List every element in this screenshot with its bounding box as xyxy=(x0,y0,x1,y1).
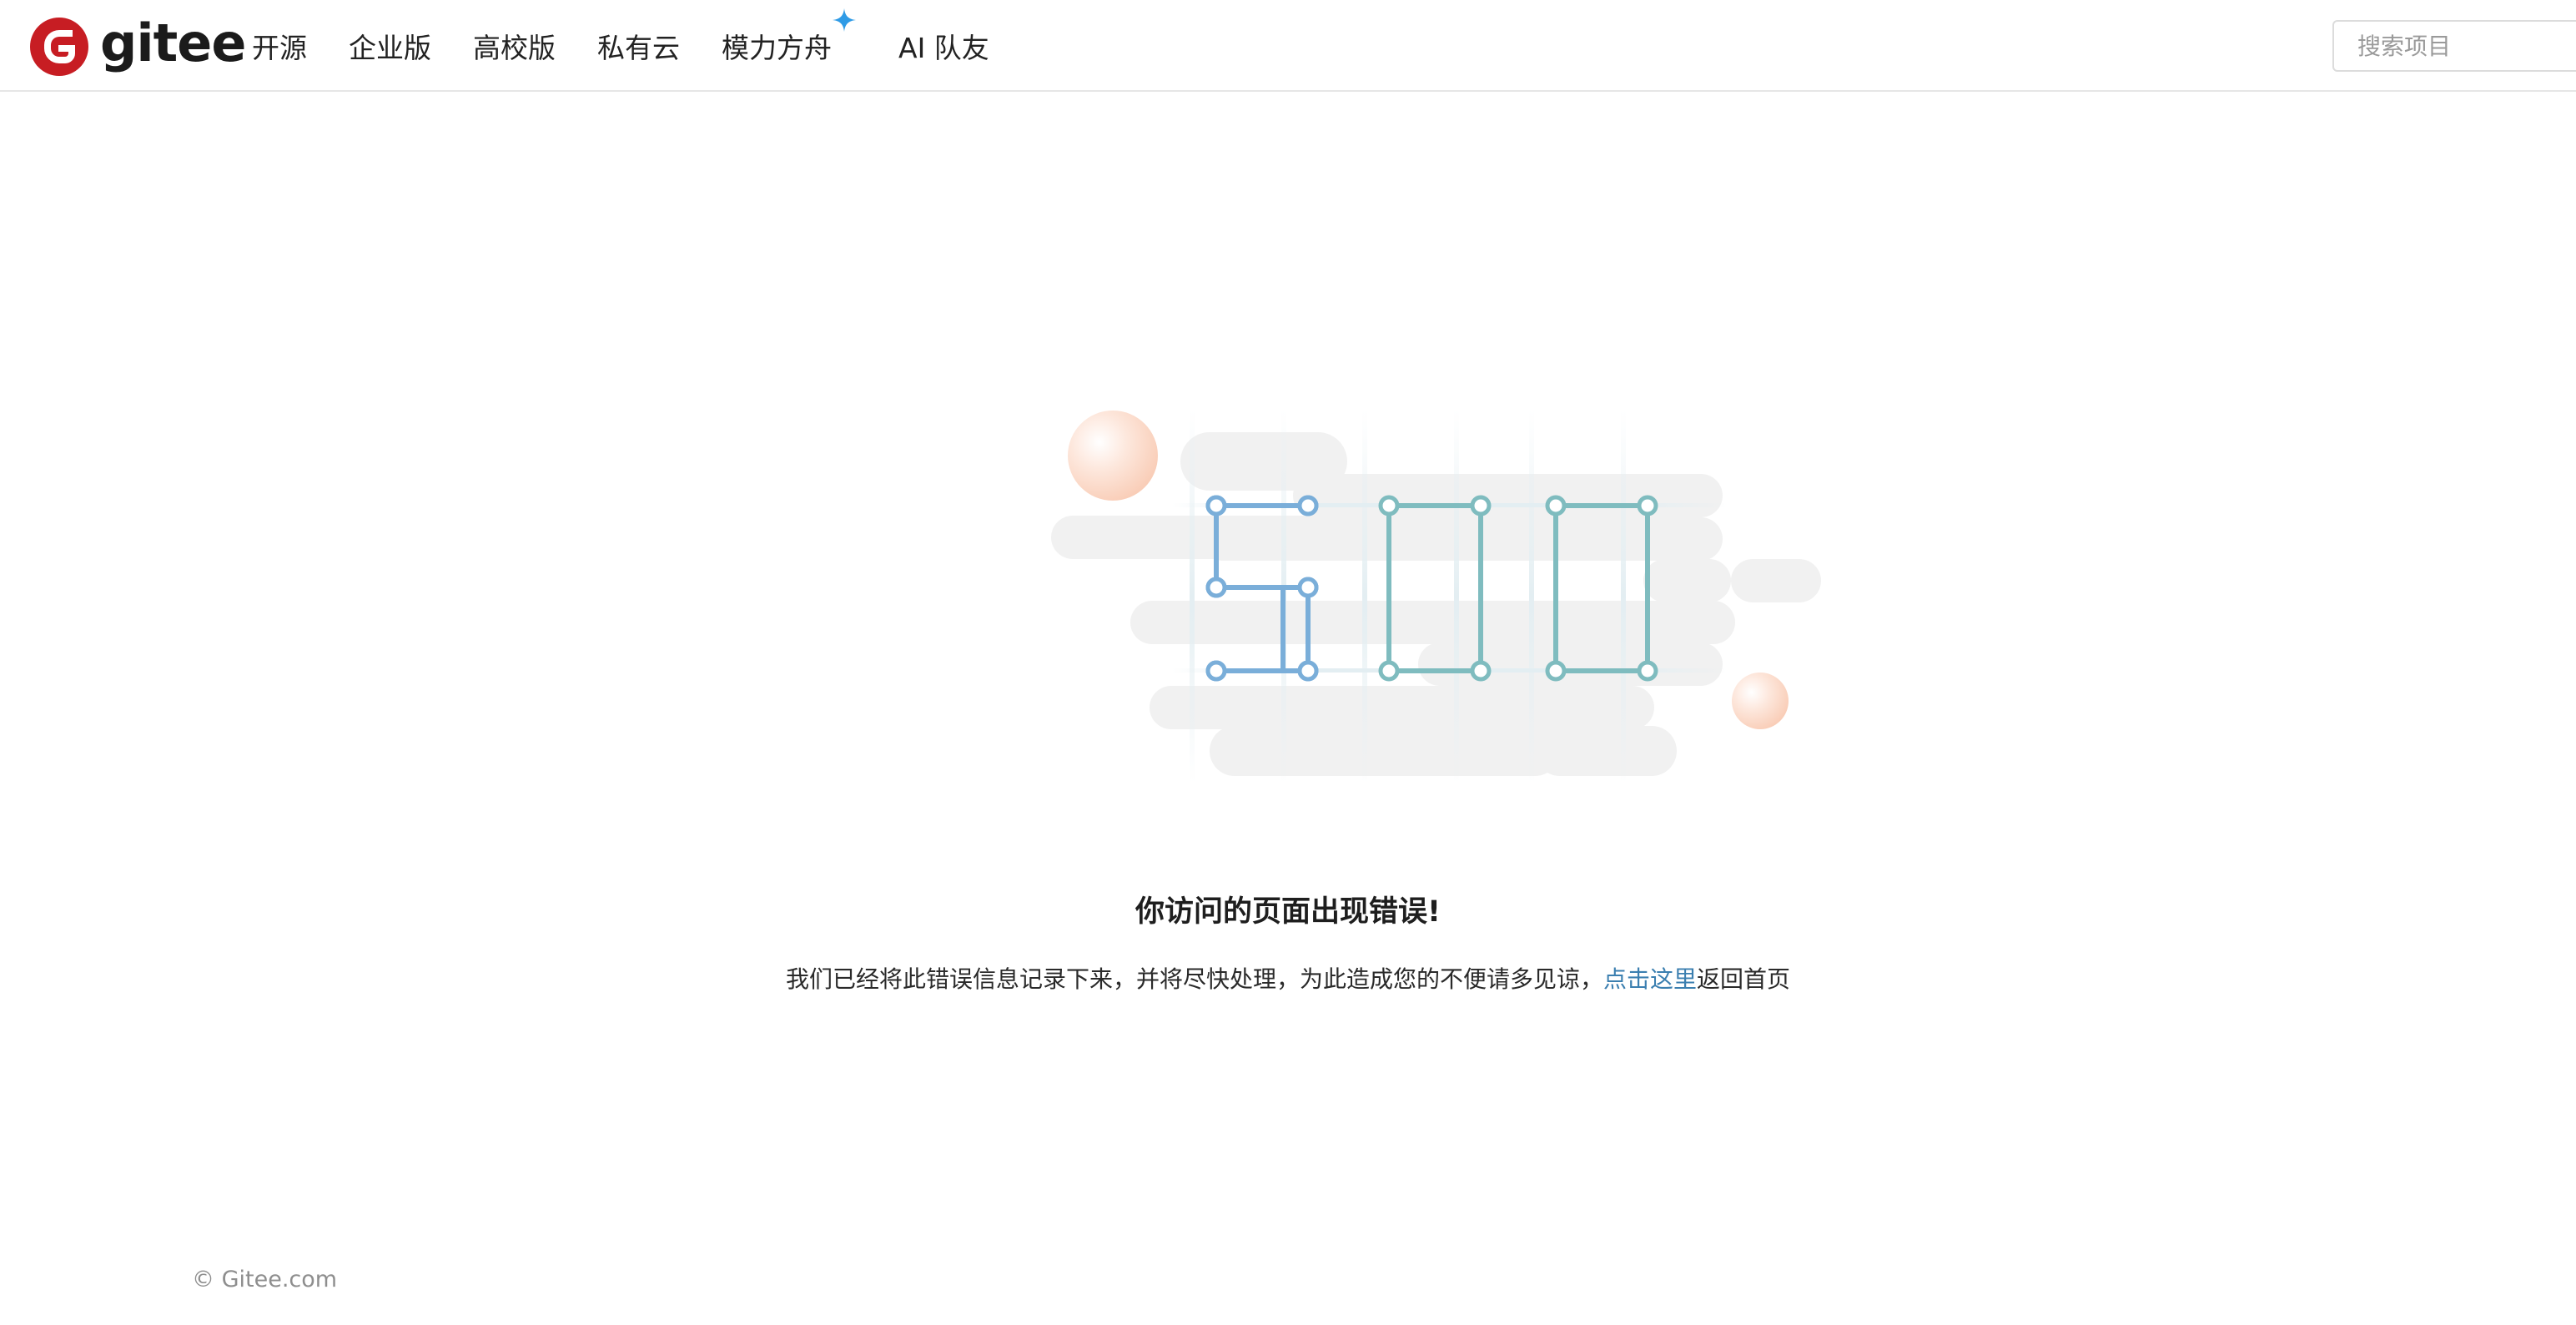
gitee-wordmark: gitee xyxy=(100,13,246,73)
search-input[interactable] xyxy=(2332,20,2576,72)
error-500-illustration xyxy=(1051,409,1821,784)
error-description: 我们已经将此错误信息记录下来，并将尽快处理，为此造成您的不便请多见谅，点击这里返… xyxy=(0,961,2576,995)
back-home-link[interactable]: 点击这里 xyxy=(1603,965,1697,993)
footer-copyright: © Gitee.com xyxy=(192,1267,338,1292)
sun-large xyxy=(1068,411,1158,501)
error-title: 你访问的页面出现错误! xyxy=(1135,895,1441,929)
cloud-shapes xyxy=(1051,432,1821,776)
gitee-logo-icon xyxy=(30,18,88,76)
error-description-text: 我们已经将此错误信息记录下来，并将尽快处理，为此造成您的不便请多见谅， xyxy=(785,965,1603,993)
nav-item-enterprise[interactable]: 企业版 xyxy=(349,26,431,66)
sun-small xyxy=(1732,673,1789,729)
nav-item-education[interactable]: 高校版 xyxy=(473,26,556,66)
error-description-suffix: 返回首页 xyxy=(1697,965,1791,993)
nav-item-open-source[interactable]: 开源 xyxy=(252,26,307,66)
nav-item-ai-teammate[interactable]: AI 队友 xyxy=(898,26,989,66)
gitee-logo[interactable]: gitee xyxy=(30,13,246,77)
sparkle-icon xyxy=(833,8,856,32)
top-header: gitee 开源 企业版 高校版 私有云 模力方舟 AI 队友 xyxy=(0,0,2576,92)
nav-item-private-cloud[interactable]: 私有云 xyxy=(597,26,680,66)
nav-item-moli-label: 模力方舟 xyxy=(722,32,832,64)
nav-item-moli-fangzhou[interactable]: 模力方舟 xyxy=(722,8,856,66)
main-nav: 开源 企业版 高校版 私有云 模力方舟 AI 队友 xyxy=(252,0,1031,92)
